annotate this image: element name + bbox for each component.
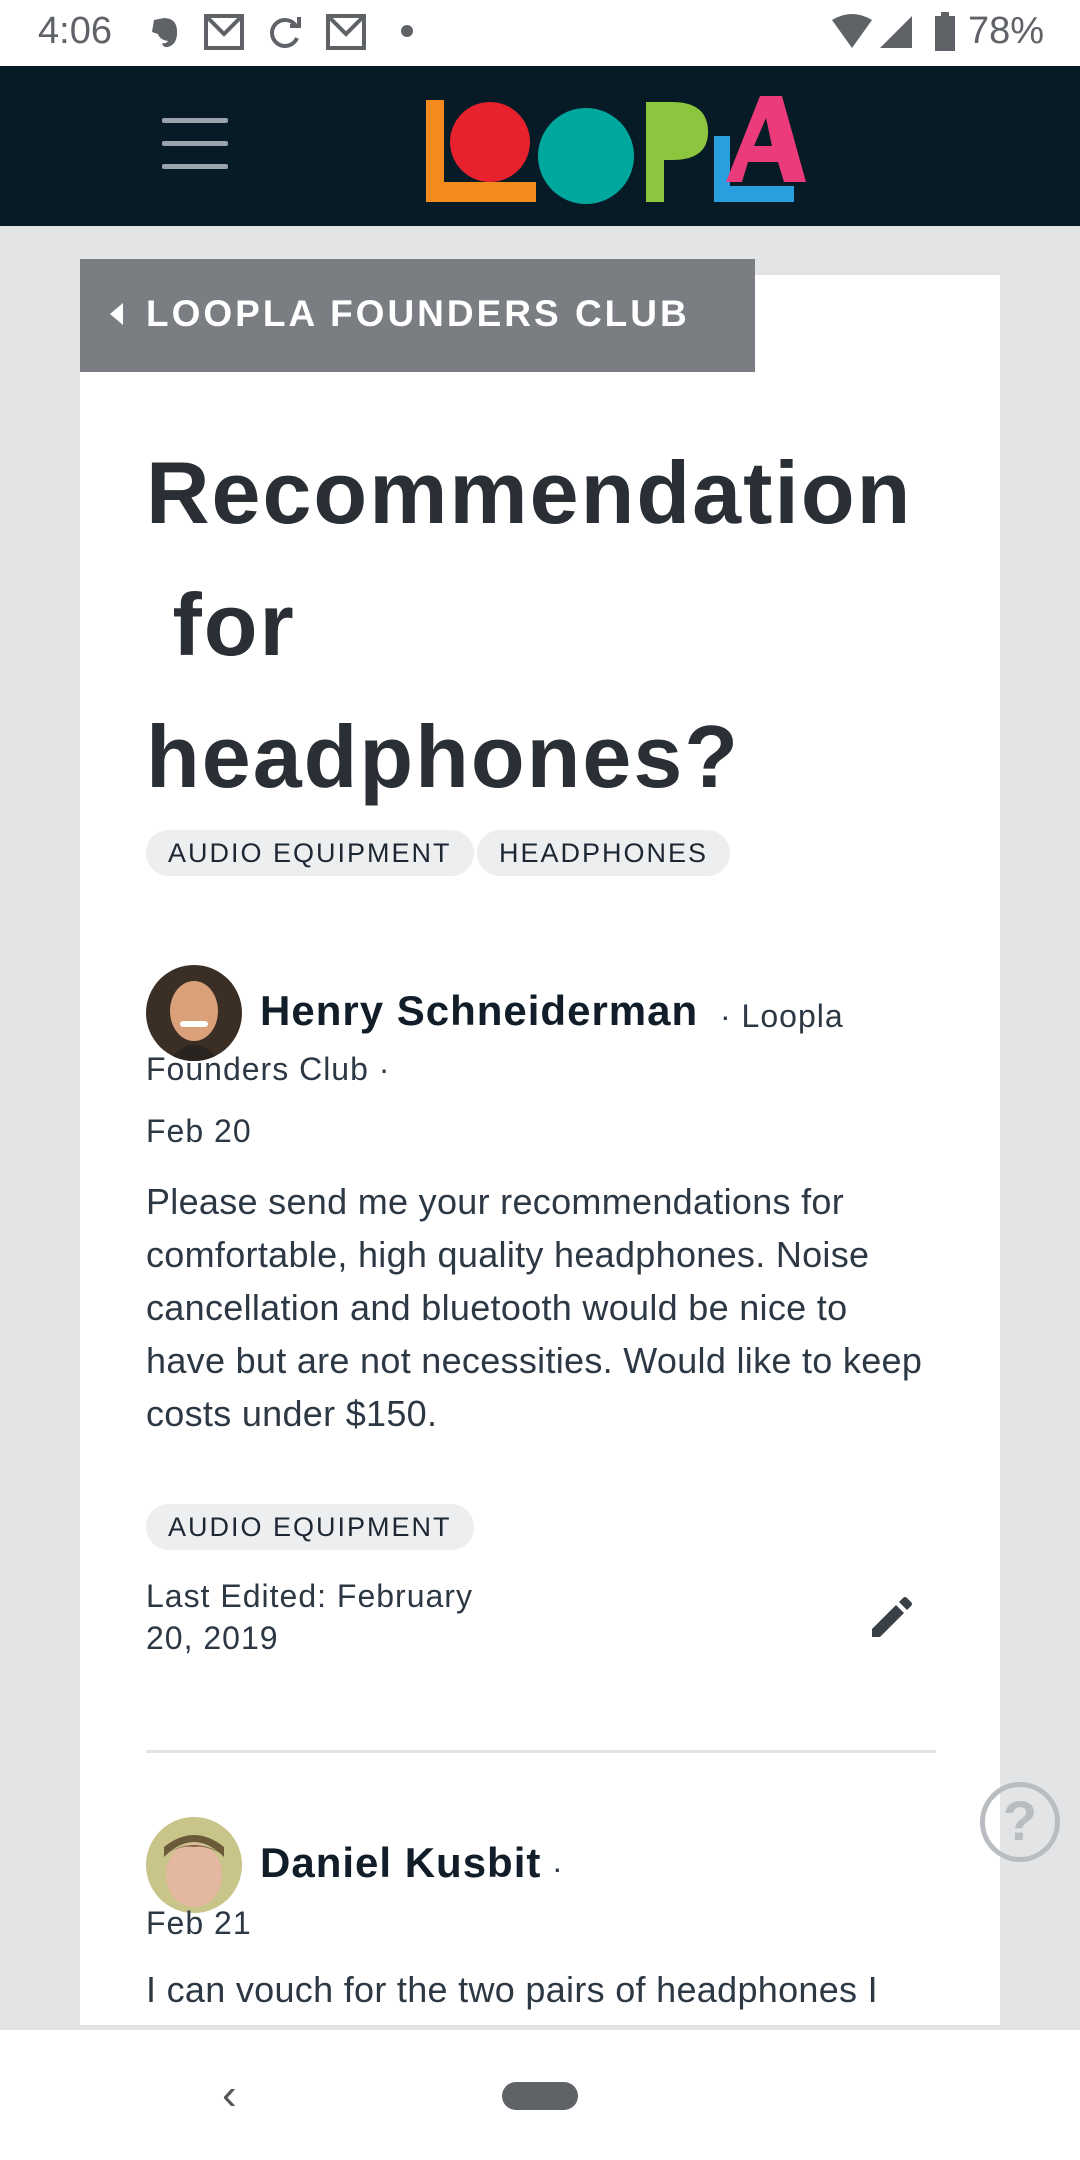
last-edited-line: 20, 2019	[146, 1620, 279, 1656]
app-header	[0, 66, 1080, 226]
back-nav-icon[interactable]: ‹	[222, 2070, 237, 2120]
avatar-photo	[146, 1817, 242, 1913]
reply-date: Feb 21	[146, 1905, 252, 1941]
post-title-line: headphones?	[146, 707, 741, 806]
loopla-logo[interactable]	[426, 96, 806, 206]
gmail-icon	[326, 14, 366, 50]
dot-icon	[401, 25, 413, 37]
menu-icon[interactable]	[162, 118, 228, 170]
reply-body: I can vouch for the two pairs of headpho…	[146, 1969, 878, 2010]
group-name: LOOPLA FOUNDERS CLUB	[146, 293, 690, 334]
signal-icon	[880, 16, 912, 48]
category-chip[interactable]: AUDIO EQUIPMENT	[146, 1504, 474, 1550]
system-nav-bar: ‹	[0, 2030, 1080, 2160]
evernote-icon	[152, 18, 178, 48]
separator: ·	[552, 1850, 564, 1886]
author-name[interactable]: Henry Schneiderman	[260, 987, 698, 1035]
tag-chip[interactable]: HEADPHONES	[477, 830, 731, 876]
status-bar: 4:06 78%	[0, 0, 1080, 66]
post-title-line: for	[146, 575, 296, 674]
group-link[interactable]: Founders Club ·	[146, 1051, 390, 1088]
sync-icon	[270, 17, 301, 48]
pencil-icon[interactable]	[866, 1593, 916, 1643]
gmail-icon	[204, 14, 244, 50]
post-date: Feb 20	[146, 1113, 252, 1149]
post-card: Recommendation for headphones? AUDIO EQU…	[80, 275, 1000, 2025]
divider	[146, 1750, 936, 1753]
author-name[interactable]: Daniel Kusbit	[260, 1839, 541, 1887]
last-edited-line: Last Edited: February	[146, 1578, 473, 1614]
back-to-group-button[interactable]: LOOPLA FOUNDERS CLUB	[80, 259, 755, 372]
chevron-left-icon	[110, 303, 123, 325]
last-edited: Last Edited: February 20, 2019	[146, 1575, 473, 1659]
battery-icon	[935, 12, 955, 51]
tag-chip[interactable]: AUDIO EQUIPMENT	[146, 830, 474, 876]
battery-percent: 78%	[967, 10, 1044, 52]
avatar-photo	[146, 965, 242, 1061]
help-button[interactable]: ?	[980, 1782, 1060, 1862]
avatar[interactable]	[146, 1817, 242, 1913]
avatar[interactable]	[146, 965, 242, 1061]
post-title: Recommendation for headphones?	[146, 427, 1000, 823]
home-pill-icon[interactable]	[502, 2082, 578, 2110]
wifi-icon	[832, 14, 872, 48]
post-body: Please send me your recommendations for …	[146, 1181, 923, 1434]
group-link[interactable]: · Loopla	[720, 998, 844, 1035]
status-time: 4:06	[38, 10, 112, 52]
post-title-line: Recommendation	[146, 443, 913, 542]
